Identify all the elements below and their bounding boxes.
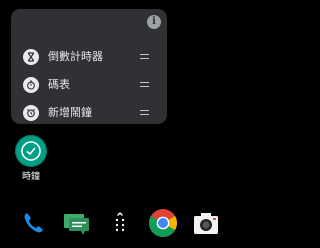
shortcut-new-alarm[interactable]: 新增鬧鐘 <box>11 99 167 127</box>
camera-icon <box>194 213 218 234</box>
hourglass-icon <box>23 49 39 65</box>
shortcut-popup: i 倒數計時器 碼表 新增鬧鐘 <box>11 9 167 124</box>
dock <box>0 200 240 248</box>
shortcut-label: 新增鬧鐘 <box>48 106 92 119</box>
clock-app-icon[interactable] <box>15 135 47 167</box>
shortcut-stopwatch[interactable]: 碼表 <box>11 71 167 99</box>
alarm-clock-icon <box>23 105 39 121</box>
info-icon[interactable]: i <box>147 15 161 29</box>
phone-app[interactable] <box>18 208 48 238</box>
messages-icon <box>64 214 89 235</box>
messages-app[interactable] <box>61 208 91 238</box>
chrome-icon <box>149 209 177 237</box>
app-drawer-button[interactable] <box>105 208 135 238</box>
stopwatch-icon <box>23 77 39 93</box>
shortcut-timer[interactable]: 倒數計時器 <box>11 43 167 71</box>
shortcut-label: 倒數計時器 <box>48 50 103 63</box>
drag-handle-icon[interactable] <box>140 54 149 59</box>
shortcut-label: 碼表 <box>48 78 70 91</box>
camera-app[interactable] <box>191 208 221 238</box>
clock-icon <box>21 141 41 161</box>
phone-icon <box>24 213 43 233</box>
drag-handle-icon[interactable] <box>140 82 149 87</box>
app-drawer-icon <box>115 212 125 232</box>
chrome-app[interactable] <box>148 208 178 238</box>
drag-handle-icon[interactable] <box>140 110 149 115</box>
app-label: 時鐘 <box>21 172 40 182</box>
